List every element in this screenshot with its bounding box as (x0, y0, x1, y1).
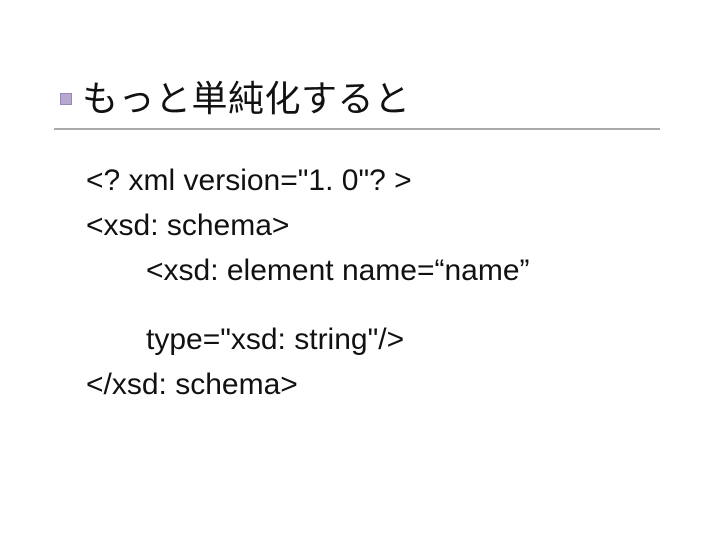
code-line-1: <? xml version="1. 0"? > (86, 158, 680, 203)
code-line-3: <xsd: element name=“name” (86, 248, 680, 293)
code-line-2: <xsd: schema> (86, 203, 680, 248)
title-row: もっと単純化すると (60, 70, 660, 128)
slide: もっと単純化すると <? xml version="1. 0"? > <xsd:… (0, 0, 720, 540)
blank-line (86, 293, 680, 317)
title-block: もっと単純化すると (54, 70, 660, 130)
slide-title: もっと単純化すると (82, 70, 411, 128)
bullet-square-icon (60, 93, 72, 105)
title-underline (54, 128, 660, 130)
code-line-5: </xsd: schema> (86, 362, 680, 407)
code-block: <? xml version="1. 0"? > <xsd: schema> <… (86, 158, 680, 407)
code-line-4: type="xsd: string"/> (86, 317, 680, 362)
